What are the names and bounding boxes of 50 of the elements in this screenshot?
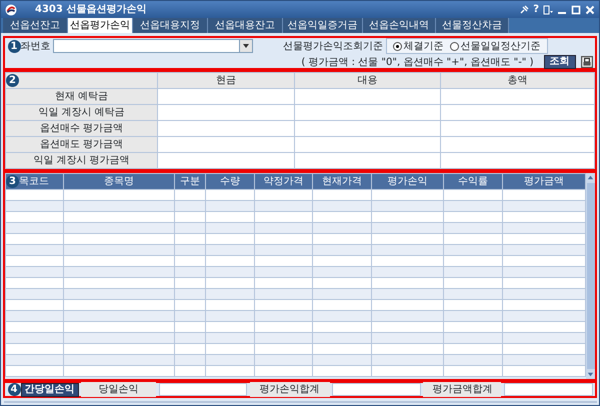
help-button[interactable]: ?	[533, 4, 539, 15]
column-header: 현재가격	[312, 173, 372, 190]
tab[interactable]: 선옵선잔고	[3, 18, 68, 34]
row-label: 익일 계장시 평가금액	[6, 152, 158, 168]
column-header: 대용	[294, 72, 440, 88]
tab[interactable]: 선옵익일증거금	[283, 18, 363, 34]
row-label: 익일 계장시 예탁금	[6, 104, 158, 120]
section-number-badge: 3	[6, 174, 19, 188]
app-logo-icon	[5, 4, 17, 16]
print-icon[interactable]	[580, 56, 592, 68]
column-header: 수익률	[444, 173, 502, 190]
maximize-icon[interactable]	[571, 4, 581, 15]
window-title: 4303 선물옵션평가손익	[35, 3, 146, 18]
criteria-label: 선물평가손익조회기준	[283, 40, 383, 54]
tab[interactable]: 선옵대용지정	[133, 18, 208, 34]
row-label: 옵션매도 평가금액	[6, 136, 158, 152]
column-header: 평가손익	[372, 173, 444, 190]
evaluation-note: ( 평가금액 : 선물 "0", 옵션매수 "+", 옵션매도 "-" )	[301, 56, 534, 70]
summary-label: 평가손익합계	[250, 382, 330, 397]
column-header: 평가금액	[502, 173, 586, 190]
menu-icon[interactable]	[543, 4, 553, 15]
column-header: 목코드	[19, 176, 49, 187]
daily-pnl-button[interactable]: 간당일손익	[20, 382, 78, 396]
search-button[interactable]: 조회	[544, 55, 576, 70]
tab[interactable]: 선옵대용잔고	[208, 18, 283, 34]
summary-label: 당일손익	[81, 382, 156, 397]
column-header: 종목명	[64, 173, 174, 190]
summary-value-field[interactable]	[158, 383, 248, 396]
radio-option[interactable]: 선물일일정산기준	[450, 38, 540, 54]
account-label: 좌번호	[20, 40, 50, 54]
section-number-badge: 2	[6, 74, 19, 87]
tab[interactable]: 선옵손익내역	[363, 18, 436, 34]
radio-option[interactable]: 체결기준	[392, 38, 444, 54]
tab[interactable]: 선옵평가손익	[68, 18, 133, 34]
row-label: 옵션매수 평가금액	[6, 120, 158, 136]
column-header: 현금	[158, 72, 294, 88]
section-number-badge: 4	[8, 383, 20, 396]
column-header: 구분	[174, 173, 206, 190]
row-label: 현재 예탁금	[6, 88, 158, 104]
summary-label: 평가금액합계	[423, 382, 502, 397]
pin-icon[interactable]	[519, 4, 530, 15]
summary-value-field[interactable]	[332, 383, 421, 396]
summary-value-field[interactable]	[504, 383, 593, 396]
column-header: 총액	[440, 72, 594, 88]
column-header: 약정가격	[254, 173, 312, 190]
tab[interactable]: 선물정산차금	[436, 18, 509, 34]
scrollbar[interactable]	[586, 172, 595, 379]
column-header: 수량	[206, 173, 254, 190]
close-icon[interactable]	[585, 4, 595, 15]
section-number-badge: 1	[8, 40, 20, 53]
